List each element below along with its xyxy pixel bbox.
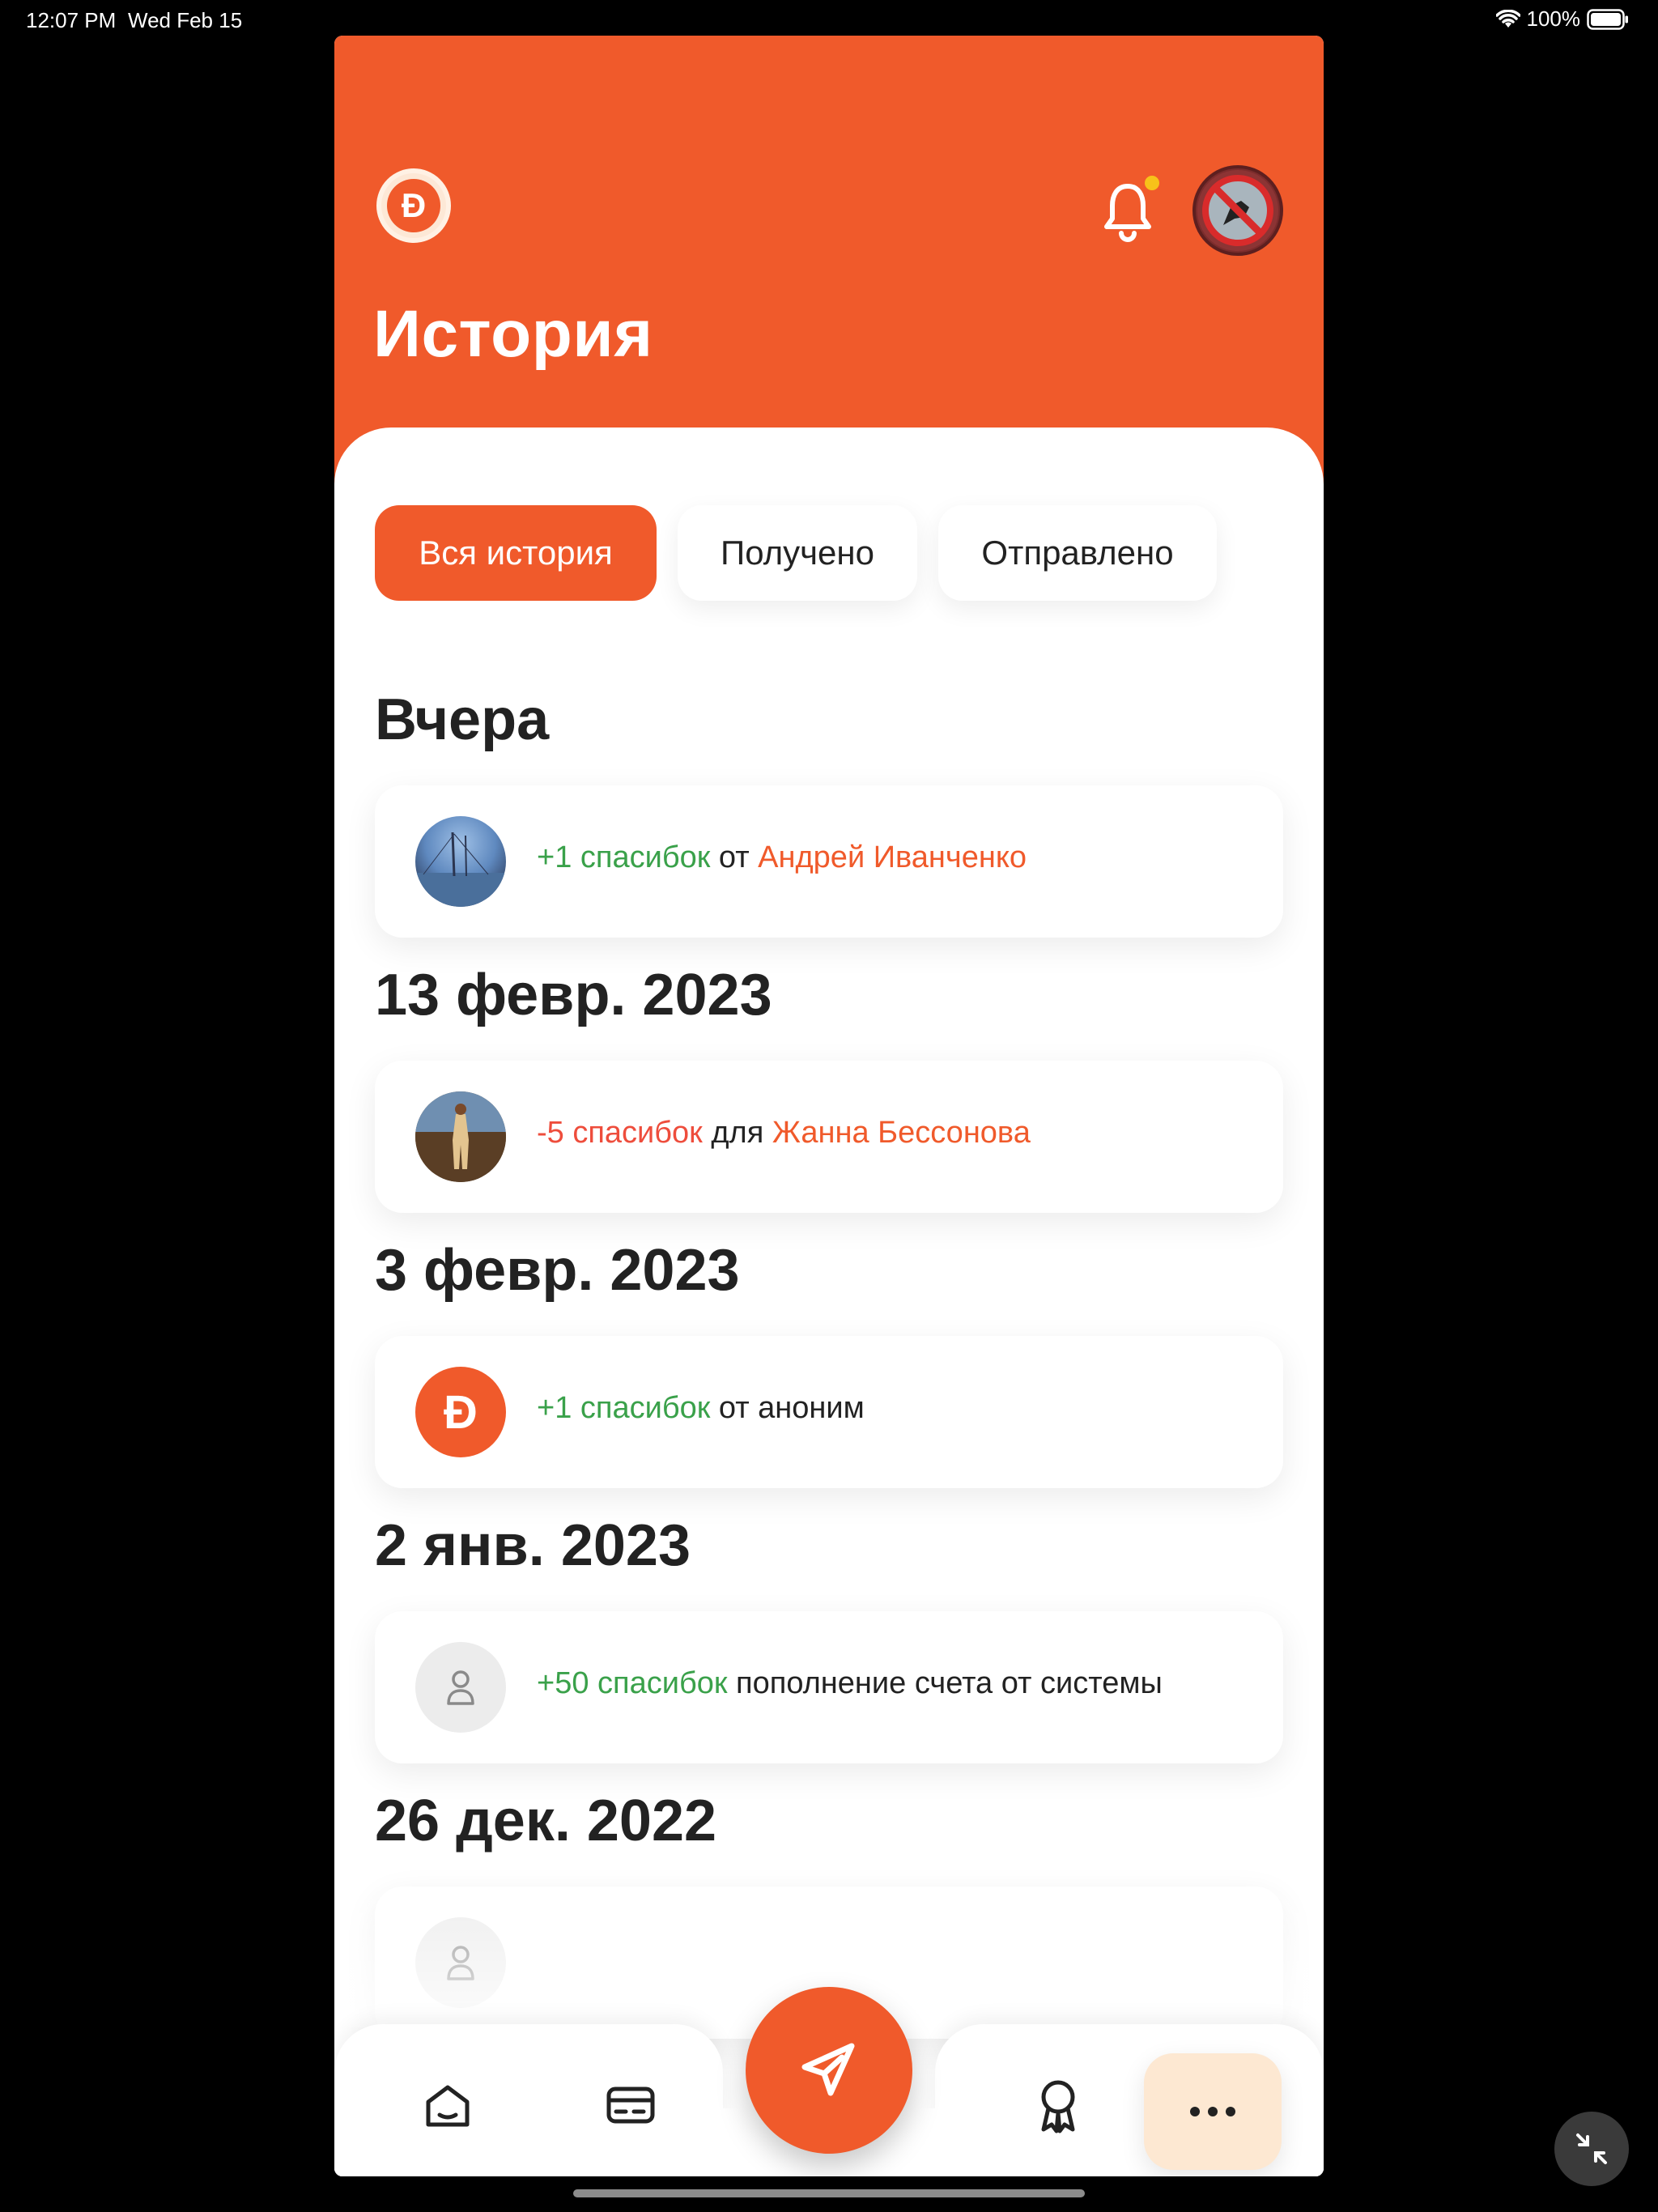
minimize-icon[interactable] bbox=[1554, 2112, 1629, 2186]
history-item[interactable]: +50 спасибок пополнение счета от системы bbox=[375, 1611, 1283, 1763]
sender-avatar bbox=[415, 816, 506, 907]
history-tabs: Вся история Получено Отправлено bbox=[375, 505, 1217, 601]
section-date: 26 дек. 2022 bbox=[375, 1789, 717, 1853]
section-date: Вчера bbox=[375, 687, 550, 752]
app-logo[interactable]: Đ bbox=[376, 168, 451, 243]
wifi-icon bbox=[1495, 9, 1520, 29]
status-bar: 12:07 PM Wed Feb 15 100% bbox=[0, 0, 1658, 37]
send-icon bbox=[801, 2043, 855, 2096]
history-item-text: +50 спасибок пополнение счета от системы bbox=[537, 1666, 1163, 1701]
more-button[interactable] bbox=[1144, 2053, 1282, 2170]
send-button[interactable] bbox=[746, 1987, 912, 2154]
battery-percent: 100% bbox=[1526, 6, 1581, 31]
bottom-nav bbox=[334, 1987, 1324, 2176]
tab-received[interactable]: Получено bbox=[678, 505, 917, 601]
amount-text: +1 спасибок bbox=[537, 840, 711, 874]
history-content: Вся история Получено Отправлено Вчера +1… bbox=[334, 428, 1324, 2176]
history-item-text: -5 спасибок для Жанна Бессонова bbox=[537, 1116, 1031, 1151]
section-date: 13 февр. 2023 bbox=[375, 963, 772, 1027]
logo-mark: Đ bbox=[387, 179, 440, 232]
section-date: 2 янв. 2023 bbox=[375, 1513, 691, 1578]
amount-text: -5 спасибок bbox=[537, 1116, 703, 1150]
page-title: История bbox=[373, 297, 653, 371]
connector-text: для bbox=[711, 1116, 764, 1150]
status-right: 100% bbox=[1495, 6, 1630, 32]
home-icon[interactable] bbox=[415, 2073, 480, 2138]
notification-dot bbox=[1142, 173, 1162, 193]
connector-text: пополнение счета от системы bbox=[736, 1666, 1163, 1700]
amount-text: +1 спасибок bbox=[537, 1391, 711, 1425]
header: Đ История bbox=[334, 36, 1324, 489]
app-window: Đ История Вся история Получено Отправлен… bbox=[334, 36, 1324, 2176]
section-date: 3 февр. 2023 bbox=[375, 1238, 740, 1303]
profile-avatar[interactable] bbox=[1192, 165, 1283, 256]
user-icon bbox=[415, 1642, 506, 1733]
tab-sent[interactable]: Отправлено bbox=[938, 505, 1217, 601]
tab-all-history[interactable]: Вся история bbox=[375, 505, 657, 601]
connector-text: от bbox=[718, 840, 750, 874]
history-item[interactable]: Đ +1 спасибок от аноним bbox=[375, 1336, 1283, 1488]
status-time: 12:07 PM bbox=[26, 8, 117, 32]
status-date: Wed Feb 15 bbox=[128, 8, 243, 32]
history-item-text: +1 спасибок от Андрей Иванченко bbox=[537, 840, 1027, 875]
history-item[interactable]: +1 спасибок от Андрей Иванченко bbox=[375, 785, 1283, 938]
anonymous-avatar: Đ bbox=[415, 1367, 506, 1457]
recipient-avatar bbox=[415, 1091, 506, 1182]
amount-text: +50 спасибок bbox=[537, 1666, 728, 1700]
home-indicator[interactable] bbox=[573, 2189, 1085, 2197]
card-icon[interactable] bbox=[598, 2073, 663, 2138]
more-icon bbox=[1190, 2107, 1235, 2116]
connector-text: от аноним bbox=[718, 1391, 865, 1425]
person-link[interactable]: Жанна Бессонова bbox=[772, 1116, 1031, 1150]
battery-icon bbox=[1587, 8, 1629, 30]
screen: 12:07 PM Wed Feb 15 100% Đ История Вся и… bbox=[0, 0, 1658, 2212]
history-item[interactable]: -5 спасибок для Жанна Бессонова bbox=[375, 1061, 1283, 1213]
history-item-text: +1 спасибок от аноним bbox=[537, 1391, 865, 1426]
award-icon[interactable] bbox=[1026, 2073, 1090, 2138]
person-link[interactable]: Андрей Иванченко bbox=[758, 840, 1027, 874]
